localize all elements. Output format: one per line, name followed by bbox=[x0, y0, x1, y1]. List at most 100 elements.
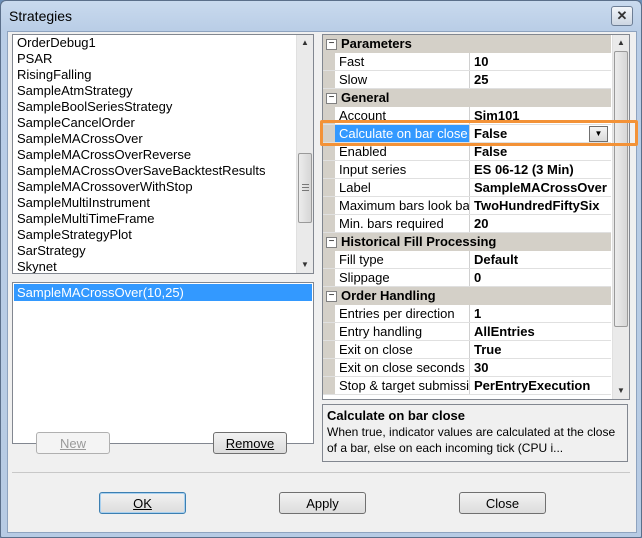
strategy-list-item[interactable]: PSAR bbox=[13, 51, 313, 67]
property-name[interactable]: Slow bbox=[335, 71, 470, 88]
property-value-text: 0 bbox=[474, 270, 482, 285]
strategy-list-item[interactable]: SampleAtmStrategy bbox=[13, 83, 313, 99]
property-name[interactable]: Slippage bbox=[335, 269, 470, 286]
property-name[interactable]: Calculate on bar close bbox=[335, 125, 470, 142]
property-value[interactable]: ES 06-12 (3 Min) bbox=[470, 161, 611, 178]
property-value-text: ES 06-12 (3 Min) bbox=[474, 162, 574, 177]
property-row[interactable]: Stop & target submission PerEntryExecutio… bbox=[323, 377, 611, 395]
grid-scroll-thumb[interactable] bbox=[614, 51, 628, 327]
property-name[interactable]: Min. bars required bbox=[335, 215, 470, 232]
strategy-list-item[interactable]: SarStrategy bbox=[13, 243, 313, 259]
row-gutter bbox=[323, 215, 335, 232]
grid-scroll-up-arrow-icon[interactable]: ▲ bbox=[613, 35, 629, 51]
property-value[interactable]: 25 bbox=[470, 71, 611, 88]
strategy-list-item[interactable]: SampleCancelOrder bbox=[13, 115, 313, 131]
property-row[interactable]: Calculate on bar close False ▼ bbox=[323, 125, 611, 143]
collapse-icon[interactable]: − bbox=[326, 93, 337, 104]
scroll-thumb[interactable] bbox=[298, 153, 312, 223]
property-row[interactable]: Account Sim101 bbox=[323, 107, 611, 125]
collapse-icon[interactable]: − bbox=[326, 291, 337, 302]
property-row[interactable]: Label SampleMACrossOver bbox=[323, 179, 611, 197]
close-button[interactable]: Close bbox=[459, 492, 546, 514]
property-name[interactable]: Exit on close bbox=[335, 341, 470, 358]
property-value[interactable]: 10 bbox=[470, 53, 611, 70]
applied-strategies-list[interactable]: SampleMACrossOver(10,25) bbox=[12, 282, 314, 444]
property-value-text: Default bbox=[474, 252, 519, 267]
scroll-up-arrow-icon[interactable]: ▲ bbox=[297, 35, 313, 51]
property-value[interactable]: False ▼ bbox=[470, 125, 611, 142]
property-name[interactable]: Fast bbox=[335, 53, 470, 70]
row-gutter bbox=[323, 269, 335, 286]
property-row[interactable]: Exit on close True bbox=[323, 341, 611, 359]
property-row[interactable]: Fast 10 bbox=[323, 53, 611, 71]
property-name[interactable]: Label bbox=[335, 179, 470, 196]
property-row[interactable]: Entries per direction 1 bbox=[323, 305, 611, 323]
property-value[interactable]: 1 bbox=[470, 305, 611, 322]
category-header[interactable]: − Parameters bbox=[323, 35, 611, 53]
strategy-list-item[interactable]: SampleMACrossOverSaveBacktestResults bbox=[13, 163, 313, 179]
scroll-down-arrow-icon[interactable]: ▼ bbox=[297, 257, 313, 273]
strategy-list-item[interactable]: SampleMACrossoverWithStop bbox=[13, 179, 313, 195]
strategy-list-item[interactable]: SampleMultiTimeFrame bbox=[13, 211, 313, 227]
property-row[interactable]: Min. bars required 20 bbox=[323, 215, 611, 233]
window-title: Strategies bbox=[9, 8, 73, 24]
property-value[interactable]: True bbox=[470, 341, 611, 358]
dropdown-arrow-icon[interactable]: ▼ bbox=[589, 126, 608, 142]
property-name[interactable]: Entry handling bbox=[335, 323, 470, 340]
strategy-list-item[interactable]: Skynet bbox=[13, 259, 313, 273]
property-value[interactable]: SampleMACrossOver bbox=[470, 179, 611, 196]
property-row[interactable]: Entry handling AllEntries bbox=[323, 323, 611, 341]
category-header[interactable]: − Order Handling bbox=[323, 287, 611, 305]
property-value[interactable]: TwoHundredFiftySix bbox=[470, 197, 611, 214]
property-name[interactable]: Account bbox=[335, 107, 470, 124]
property-value[interactable]: 20 bbox=[470, 215, 611, 232]
property-value[interactable]: PerEntryExecution bbox=[470, 377, 611, 394]
property-name[interactable]: Input series bbox=[335, 161, 470, 178]
collapse-icon[interactable]: − bbox=[326, 39, 337, 50]
property-grid[interactable]: − Parameters Fast 10 Slow 25− General Account Si… bbox=[322, 34, 630, 400]
new-button[interactable]: New bbox=[36, 432, 110, 454]
property-row[interactable]: Exit on close seconds 30 bbox=[323, 359, 611, 377]
category-header[interactable]: − Historical Fill Processing bbox=[323, 233, 611, 251]
applied-strategy-item[interactable]: SampleMACrossOver(10,25) bbox=[14, 284, 312, 301]
property-value[interactable]: Sim101 bbox=[470, 107, 611, 124]
property-row[interactable]: Slippage 0 bbox=[323, 269, 611, 287]
property-row[interactable]: Fill type Default bbox=[323, 251, 611, 269]
strategy-list[interactable]: OrderDebug1 PSAR RisingFalling SampleAtmStr… bbox=[12, 34, 314, 274]
property-value-text: 10 bbox=[474, 54, 489, 69]
property-value[interactable]: False bbox=[470, 143, 611, 160]
strategy-list-item[interactable]: SampleMACrossOverReverse bbox=[13, 147, 313, 163]
property-value[interactable]: 0 bbox=[470, 269, 611, 286]
property-value[interactable]: AllEntries bbox=[470, 323, 611, 340]
property-value[interactable]: Default bbox=[470, 251, 611, 268]
strategy-list-item[interactable]: SampleBoolSeriesStrategy bbox=[13, 99, 313, 115]
property-name[interactable]: Entries per direction bbox=[335, 305, 470, 322]
property-row[interactable]: Input series ES 06-12 (3 Min) bbox=[323, 161, 611, 179]
collapse-icon[interactable]: − bbox=[326, 237, 337, 248]
property-name[interactable]: Enabled bbox=[335, 143, 470, 160]
ok-button[interactable]: OK bbox=[99, 492, 186, 514]
apply-button[interactable]: Apply bbox=[279, 492, 366, 514]
new-button-label: New bbox=[59, 436, 86, 451]
property-grid-scrollbar[interactable]: ▲ ▼ bbox=[612, 35, 629, 399]
strategy-list-item[interactable]: SampleMultiInstrument bbox=[13, 195, 313, 211]
grid-scroll-down-arrow-icon[interactable]: ▼ bbox=[613, 383, 629, 399]
property-row[interactable]: Enabled False bbox=[323, 143, 611, 161]
strategy-list-item[interactable]: RisingFalling bbox=[13, 67, 313, 83]
property-row[interactable]: Maximum bars look back TwoHundredFiftySix bbox=[323, 197, 611, 215]
strategy-list-scrollbar[interactable]: ▲ ▼ bbox=[296, 35, 313, 273]
remove-button[interactable]: Remove bbox=[213, 432, 287, 454]
window-close-button[interactable]: ✕ bbox=[611, 6, 633, 26]
property-value[interactable]: 30 bbox=[470, 359, 611, 376]
property-name[interactable]: Fill type bbox=[335, 251, 470, 268]
strategy-list-item[interactable]: SampleStrategyPlot bbox=[13, 227, 313, 243]
category-label: General bbox=[341, 90, 390, 105]
property-name[interactable]: Exit on close seconds bbox=[335, 359, 470, 376]
property-row[interactable]: Slow 25 bbox=[323, 71, 611, 89]
row-gutter bbox=[323, 125, 335, 142]
property-name[interactable]: Stop & target submission bbox=[335, 377, 470, 394]
strategy-list-item[interactable]: SampleMACrossOver bbox=[13, 131, 313, 147]
category-header[interactable]: − General bbox=[323, 89, 611, 107]
property-name[interactable]: Maximum bars look back bbox=[335, 197, 470, 214]
strategy-list-item[interactable]: OrderDebug1 bbox=[13, 35, 313, 51]
